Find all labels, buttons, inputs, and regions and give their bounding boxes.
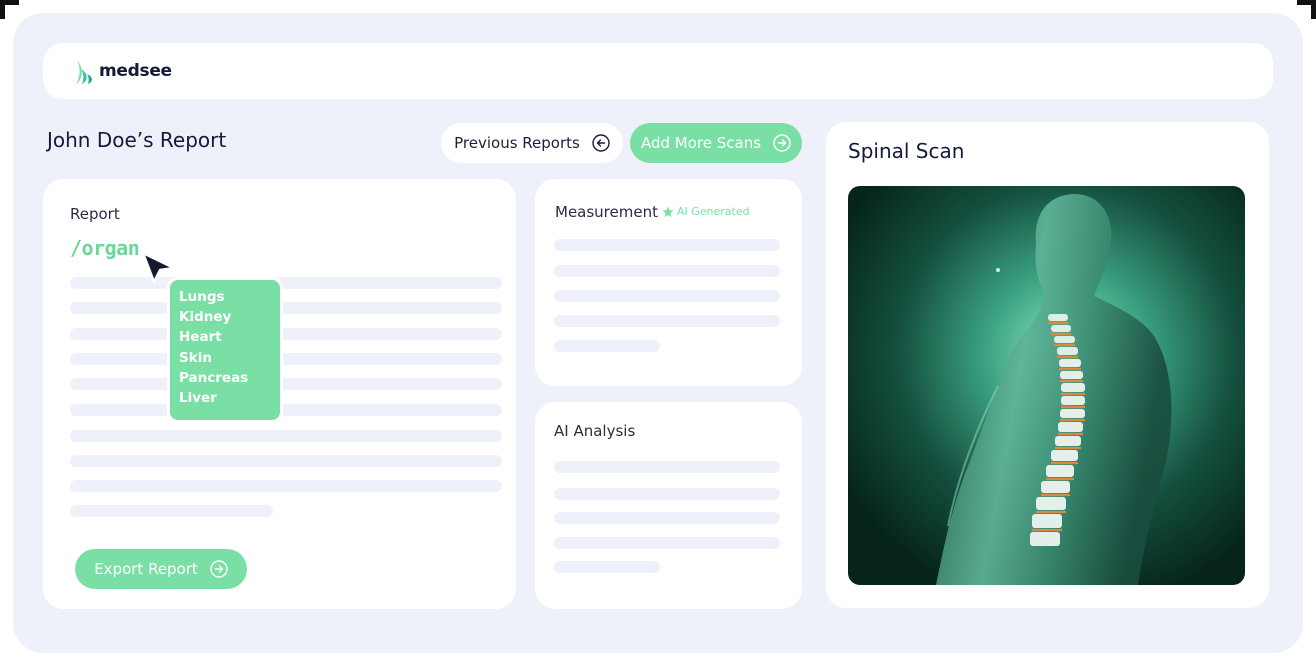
- ai-generated-text: AI Generated: [677, 205, 750, 218]
- measurement-text-placeholder: [554, 340, 660, 352]
- ai-analysis-text-placeholder: [554, 512, 780, 524]
- report-text-placeholder: [70, 430, 502, 442]
- organ-option-skin[interactable]: Skin: [179, 348, 280, 368]
- measurement-text-placeholder: [554, 265, 780, 277]
- spinal-scan-title: Spinal Scan: [848, 139, 965, 163]
- page-title: John Doe’s Report: [47, 128, 227, 152]
- medsee-logo-icon: [75, 58, 92, 84]
- arrow-right-circle-icon: [210, 560, 228, 578]
- report-text-placeholder: [70, 480, 502, 492]
- top-bar: [43, 43, 1273, 99]
- organ-option-kidney[interactable]: Kidney: [179, 307, 280, 327]
- brand-logo[interactable]: medsee: [72, 55, 172, 87]
- export-report-label: Export Report: [94, 560, 198, 578]
- brand-name: medsee: [99, 61, 172, 81]
- organ-option-pancreas[interactable]: Pancreas: [179, 368, 280, 388]
- star-icon: [662, 206, 674, 217]
- report-text-placeholder: [70, 353, 502, 365]
- organ-option-liver[interactable]: Liver: [179, 388, 280, 408]
- report-text-placeholder: [70, 455, 502, 467]
- measurement-text-placeholder: [554, 239, 780, 251]
- pointer-cursor-icon: [141, 251, 176, 284]
- frame-corner-top-right: [1297, 0, 1316, 19]
- organ-command-text[interactable]: /organ: [70, 236, 140, 260]
- report-label: Report: [70, 205, 120, 223]
- ai-analysis-text-placeholder: [554, 488, 780, 500]
- spine-xray-illustration: [848, 186, 1245, 585]
- report-text-placeholder: [70, 277, 502, 289]
- ai-generated-badge: AI Generated: [662, 205, 750, 218]
- export-report-button[interactable]: Export Report: [75, 549, 247, 589]
- organ-option-lungs[interactable]: Lungs: [179, 287, 280, 307]
- report-text-placeholder: [70, 404, 502, 416]
- measurement-text-placeholder: [554, 290, 780, 302]
- report-text-placeholder: [70, 378, 502, 390]
- ai-analysis-label: AI Analysis: [554, 422, 636, 440]
- report-text-placeholder: [70, 328, 502, 340]
- add-more-scans-button[interactable]: Add More Scans: [630, 123, 802, 163]
- ai-analysis-text-placeholder: [554, 461, 780, 473]
- ai-analysis-text-placeholder: [554, 537, 780, 549]
- report-text-placeholder: [70, 505, 273, 517]
- previous-reports-label: Previous Reports: [454, 134, 580, 152]
- frame-corner-top-left: [0, 0, 19, 19]
- previous-reports-button[interactable]: Previous Reports: [441, 123, 623, 163]
- organ-option-heart[interactable]: Heart: [179, 327, 280, 347]
- ai-analysis-text-placeholder: [554, 561, 660, 573]
- add-more-scans-label: Add More Scans: [640, 134, 762, 152]
- spinal-scan-image[interactable]: [848, 186, 1245, 585]
- arrow-right-circle-icon: [773, 134, 791, 152]
- organ-dropdown-menu: Lungs Kidney Heart Skin Pancreas Liver: [170, 280, 280, 420]
- measurement-label: Measurement: [555, 203, 658, 221]
- report-text-placeholder: [70, 302, 502, 314]
- arrow-left-circle-icon: [592, 134, 610, 152]
- measurement-text-placeholder: [554, 315, 780, 327]
